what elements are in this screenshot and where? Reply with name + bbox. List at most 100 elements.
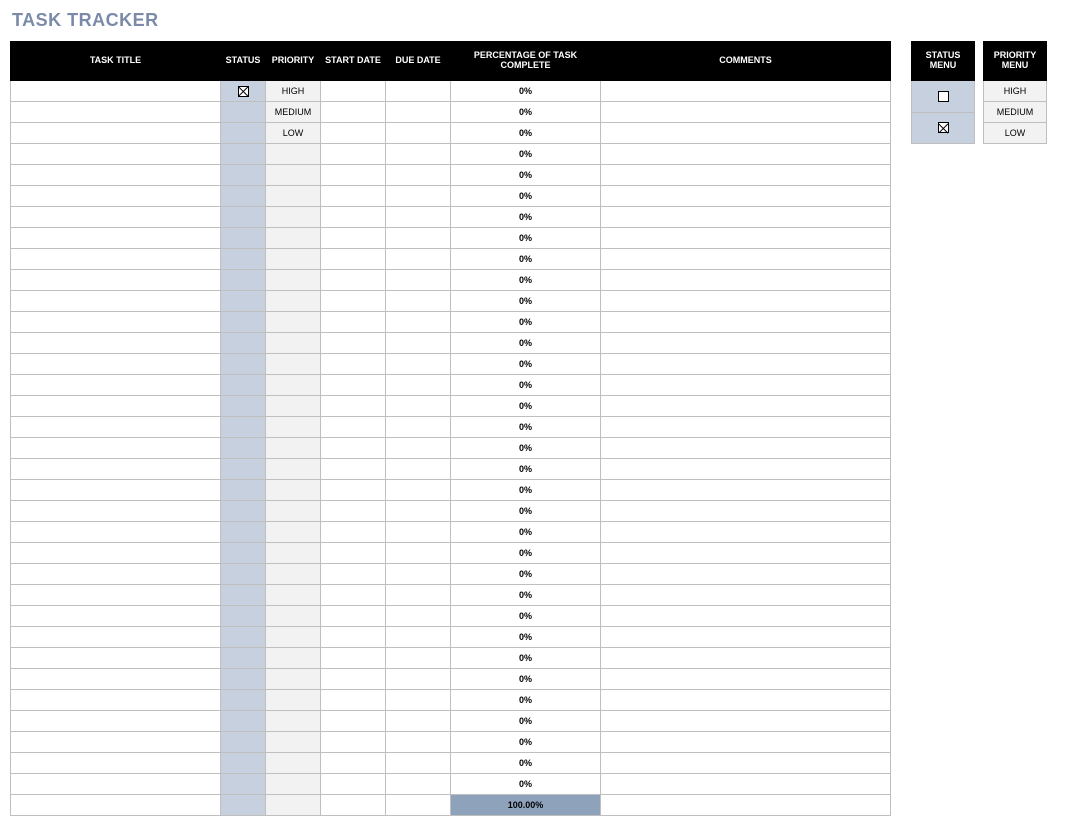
- cell-status[interactable]: [221, 375, 266, 396]
- cell-comments[interactable]: [601, 102, 891, 123]
- cell-pct-complete[interactable]: 0%: [451, 585, 601, 606]
- cell-due-date[interactable]: [386, 753, 451, 774]
- cell-status[interactable]: [221, 207, 266, 228]
- cell-task-title[interactable]: [11, 543, 221, 564]
- cell-pct-complete[interactable]: 0%: [451, 249, 601, 270]
- cell-start-date[interactable]: [321, 753, 386, 774]
- cell-status[interactable]: [221, 711, 266, 732]
- cell-comments[interactable]: [601, 501, 891, 522]
- cell-pct-complete[interactable]: 0%: [451, 753, 601, 774]
- cell-task-title[interactable]: [11, 648, 221, 669]
- cell-pct-complete[interactable]: 0%: [451, 627, 601, 648]
- cell-pct-complete[interactable]: 0%: [451, 606, 601, 627]
- cell-task-title[interactable]: [11, 669, 221, 690]
- cell-due-date[interactable]: [386, 480, 451, 501]
- cell-comments[interactable]: [601, 123, 891, 144]
- cell-due-date[interactable]: [386, 291, 451, 312]
- cell-comments[interactable]: [601, 543, 891, 564]
- cell-due-date[interactable]: [386, 543, 451, 564]
- cell-due-date[interactable]: [386, 522, 451, 543]
- cell-comments[interactable]: [601, 753, 891, 774]
- cell-due-date[interactable]: [386, 438, 451, 459]
- cell-comments[interactable]: [601, 354, 891, 375]
- cell-start-date[interactable]: [321, 333, 386, 354]
- cell-task-title[interactable]: [11, 732, 221, 753]
- cell-start-date[interactable]: [321, 270, 386, 291]
- cell-priority[interactable]: [266, 732, 321, 753]
- cell-due-date[interactable]: [386, 270, 451, 291]
- cell-start-date[interactable]: [321, 165, 386, 186]
- cell-start-date[interactable]: [321, 690, 386, 711]
- cell-comments[interactable]: [601, 270, 891, 291]
- cell-status[interactable]: [221, 669, 266, 690]
- cell-task-title[interactable]: [11, 522, 221, 543]
- cell-status[interactable]: [221, 396, 266, 417]
- cell-status[interactable]: [221, 81, 266, 102]
- cell-due-date[interactable]: [386, 333, 451, 354]
- cell-pct-complete[interactable]: 0%: [451, 711, 601, 732]
- cell-priority[interactable]: [266, 375, 321, 396]
- cell-due-date[interactable]: [386, 312, 451, 333]
- cell-due-date[interactable]: [386, 459, 451, 480]
- cell-comments[interactable]: [601, 207, 891, 228]
- cell-status[interactable]: [221, 543, 266, 564]
- cell-start-date[interactable]: [321, 606, 386, 627]
- cell-priority[interactable]: [266, 648, 321, 669]
- cell-due-date[interactable]: [386, 186, 451, 207]
- cell-priority[interactable]: [266, 438, 321, 459]
- cell-task-title[interactable]: [11, 270, 221, 291]
- cell-comments[interactable]: [601, 669, 891, 690]
- cell-pct-complete[interactable]: 0%: [451, 81, 601, 102]
- cell-pct-complete[interactable]: 0%: [451, 438, 601, 459]
- cell-start-date[interactable]: [321, 186, 386, 207]
- cell-comments[interactable]: [601, 228, 891, 249]
- cell-status[interactable]: [221, 480, 266, 501]
- cell-pct-complete[interactable]: 0%: [451, 333, 601, 354]
- cell-comments[interactable]: [601, 291, 891, 312]
- cell-task-title[interactable]: [11, 354, 221, 375]
- cell-due-date[interactable]: [386, 123, 451, 144]
- cell-due-date[interactable]: [386, 228, 451, 249]
- cell-pct-complete[interactable]: 0%: [451, 375, 601, 396]
- cell-task-title[interactable]: [11, 333, 221, 354]
- cell-priority[interactable]: HIGH: [266, 81, 321, 102]
- cell-pct-complete[interactable]: 0%: [451, 690, 601, 711]
- cell-comments[interactable]: [601, 459, 891, 480]
- cell-due-date[interactable]: [386, 564, 451, 585]
- cell-start-date[interactable]: [321, 480, 386, 501]
- cell-priority[interactable]: [266, 564, 321, 585]
- cell-task-title[interactable]: [11, 207, 221, 228]
- cell-task-title[interactable]: [11, 627, 221, 648]
- cell-comments[interactable]: [601, 396, 891, 417]
- cell-status[interactable]: [221, 606, 266, 627]
- cell-pct-complete[interactable]: 0%: [451, 564, 601, 585]
- cell-pct-complete[interactable]: 0%: [451, 396, 601, 417]
- cell-start-date[interactable]: [321, 627, 386, 648]
- cell-priority[interactable]: [266, 417, 321, 438]
- cell-task-title[interactable]: [11, 291, 221, 312]
- cell-start-date[interactable]: [321, 102, 386, 123]
- cell-priority[interactable]: [266, 522, 321, 543]
- cell-priority[interactable]: [266, 627, 321, 648]
- cell-priority[interactable]: MEDIUM: [266, 102, 321, 123]
- cell-start-date[interactable]: [321, 354, 386, 375]
- cell-pct-complete[interactable]: 0%: [451, 270, 601, 291]
- cell-status[interactable]: [221, 501, 266, 522]
- cell-task-title[interactable]: [11, 144, 221, 165]
- cell-due-date[interactable]: [386, 732, 451, 753]
- status-menu-option[interactable]: [912, 112, 975, 144]
- cell-pct-complete[interactable]: 0%: [451, 669, 601, 690]
- cell-pct-complete[interactable]: 0%: [451, 291, 601, 312]
- cell-comments[interactable]: [601, 375, 891, 396]
- cell-priority[interactable]: [266, 669, 321, 690]
- cell-comments[interactable]: [601, 522, 891, 543]
- cell-priority[interactable]: [266, 291, 321, 312]
- cell-start-date[interactable]: [321, 522, 386, 543]
- cell-status[interactable]: [221, 627, 266, 648]
- cell-start-date[interactable]: [321, 669, 386, 690]
- cell-comments[interactable]: [601, 711, 891, 732]
- cell-priority[interactable]: [266, 480, 321, 501]
- cell-status[interactable]: [221, 753, 266, 774]
- cell-start-date[interactable]: [321, 396, 386, 417]
- cell-priority[interactable]: [266, 606, 321, 627]
